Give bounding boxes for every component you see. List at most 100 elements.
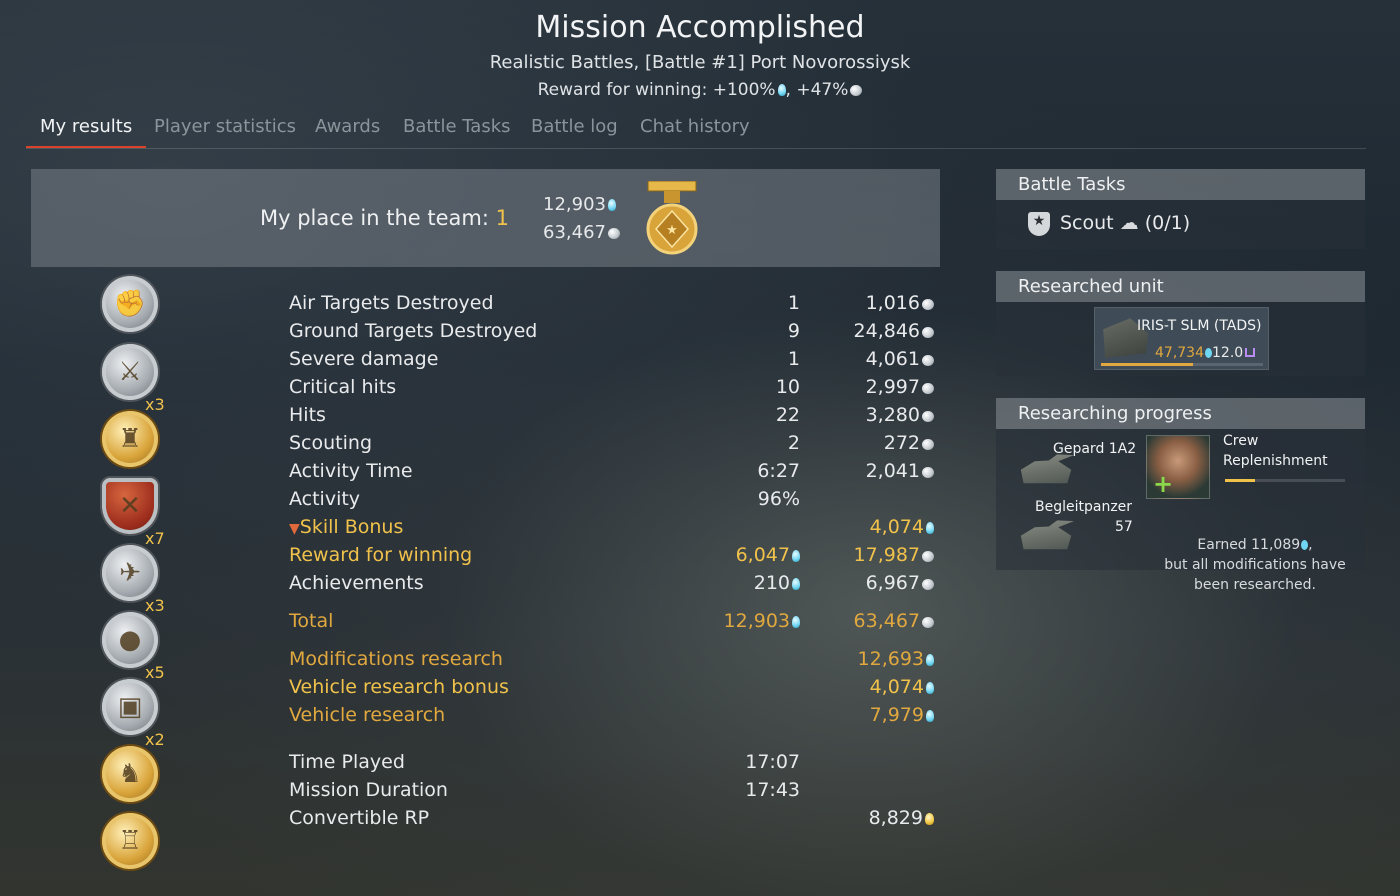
earned-note: Earned 11,089, but all modifications hav… bbox=[1146, 535, 1364, 595]
researched-unit-title: Researched unit bbox=[1018, 276, 1164, 297]
result-value-primary: 1 bbox=[788, 348, 800, 370]
researched-unit-card[interactable]: IRIS-T SLM (TADS) 47,734 12.0 bbox=[1094, 307, 1269, 370]
result-label: Activity Time bbox=[289, 460, 413, 482]
tab-player-statistics[interactable]: Player statistics bbox=[154, 116, 296, 146]
note-line1: but all modifications have bbox=[1164, 557, 1346, 573]
value-text: 2,041 bbox=[865, 460, 920, 482]
result-value-primary: 6,047 bbox=[736, 544, 800, 566]
soldier-medal-icon[interactable]: ♜ bbox=[102, 411, 158, 467]
result-value-secondary: 12,693 bbox=[858, 648, 934, 670]
result-value-primary: 10 bbox=[776, 376, 800, 398]
result-value-primary: 17:43 bbox=[745, 779, 800, 801]
researching-progress-title: Researching progress bbox=[1018, 403, 1212, 424]
result-value-primary: 12,903 bbox=[724, 610, 800, 632]
reward-line: Reward for winning: +100% , +47% bbox=[0, 80, 1400, 100]
value-text: 4,061 bbox=[865, 348, 920, 370]
tab-awards[interactable]: Awards bbox=[315, 116, 380, 146]
value-text: 1,016 bbox=[865, 292, 920, 314]
result-label: Activity bbox=[289, 488, 360, 510]
award-glyph: ✊ bbox=[113, 289, 147, 319]
reward-prefix: Reward for winning: +100% bbox=[537, 80, 776, 100]
tab-chat-history[interactable]: Chat history bbox=[640, 116, 750, 146]
result-value-secondary: 2,997 bbox=[866, 376, 934, 398]
fist-medal-icon[interactable]: ✊ bbox=[102, 276, 158, 332]
unit-rp: 47,734 bbox=[1155, 345, 1212, 361]
research-points-icon bbox=[792, 550, 800, 562]
tab-my-results[interactable]: My results bbox=[26, 116, 147, 148]
result-value-primary: 1 bbox=[788, 292, 800, 314]
value-text: 210 bbox=[753, 572, 790, 594]
result-label-text: Skill Bonus bbox=[299, 516, 404, 538]
reward-sep: , +47% bbox=[785, 80, 849, 100]
result-value-primary: 210 bbox=[754, 572, 800, 594]
tab-battle-log[interactable]: Battle log bbox=[531, 116, 618, 146]
crew-portrait[interactable]: + bbox=[1146, 435, 1210, 499]
cloud-icon: ☁ bbox=[1119, 212, 1139, 234]
result-label: Ground Targets Destroyed bbox=[289, 320, 537, 342]
result-value-primary: 96% bbox=[758, 488, 800, 510]
result-label: Scouting bbox=[289, 432, 372, 454]
note-line2: been researched. bbox=[1194, 577, 1316, 593]
research-label: Vehicle research bonus bbox=[289, 676, 509, 698]
research-points-icon bbox=[926, 522, 934, 534]
silver-lions-icon bbox=[922, 355, 934, 366]
team-place-value: 1 bbox=[495, 206, 509, 230]
value-text: 1 bbox=[787, 348, 800, 370]
earned-suffix: , bbox=[1308, 537, 1313, 553]
value-text: 17,987 bbox=[853, 544, 920, 566]
task-scout[interactable]: Scout ☁ (0/1) bbox=[1060, 212, 1190, 234]
result-value-primary: 22 bbox=[776, 404, 800, 426]
total-label: Total bbox=[289, 610, 334, 632]
silver-lions-icon bbox=[607, 228, 620, 239]
value-text: 22 bbox=[775, 404, 800, 426]
vehicle-begleitpanzer-value: 57 bbox=[1115, 519, 1133, 535]
battle-rating-icon bbox=[1245, 348, 1256, 357]
value-text: 6,967 bbox=[865, 572, 920, 594]
tab-battle-tasks[interactable]: Battle Tasks bbox=[403, 116, 511, 146]
eagle-medal-icon[interactable]: ✈ bbox=[102, 545, 158, 601]
unit-br-value: 12.0 bbox=[1212, 345, 1244, 361]
research-points-icon bbox=[792, 578, 800, 590]
result-label-text: Scouting bbox=[289, 432, 373, 454]
vehicle-begleitpanzer: Begleitpanzer bbox=[1035, 499, 1133, 515]
research-points-icon bbox=[607, 199, 616, 211]
value-text: 6,047 bbox=[735, 544, 790, 566]
value-text: 63,467 bbox=[853, 610, 920, 632]
result-value-primary: 17:07 bbox=[745, 751, 800, 773]
team-place-label: My place in the team: 1 bbox=[260, 206, 509, 230]
silver-lions-icon bbox=[922, 411, 934, 422]
research-label: Vehicle research bbox=[289, 704, 446, 726]
tab-bar: My results Player statistics Awards Batt… bbox=[26, 110, 1366, 149]
research-points-icon bbox=[926, 682, 934, 694]
value-text: 8,829 bbox=[868, 807, 923, 829]
tank-medal-icon[interactable]: ▣ bbox=[102, 679, 158, 735]
result-label-text: Hits bbox=[289, 404, 326, 426]
first-place-medal-icon: ★ bbox=[646, 181, 698, 255]
task-progress: (0/1) bbox=[1144, 212, 1191, 234]
skill-bonus-icon: ▼ bbox=[289, 521, 300, 537]
value-text: 4,074 bbox=[869, 516, 924, 538]
earned-line: Earned 11,089, bbox=[1146, 535, 1364, 555]
value-text: 4,074 bbox=[869, 676, 924, 698]
bomb-wreath-medal-icon[interactable]: ● bbox=[102, 612, 158, 668]
begleitpanzer-tank-icon[interactable] bbox=[1020, 520, 1074, 550]
silver-lions-icon bbox=[922, 617, 934, 628]
value-text: 2 bbox=[787, 432, 800, 454]
result-value-primary: 9 bbox=[788, 320, 800, 342]
battle-subtitle: Realistic Battles, [Battle #1] Port Novo… bbox=[489, 52, 911, 73]
silver-lions-icon bbox=[922, 383, 934, 394]
result-label: Critical hits bbox=[289, 376, 396, 398]
svg-text:★: ★ bbox=[666, 223, 678, 238]
result-value-secondary: 272 bbox=[884, 432, 934, 454]
research-points-icon bbox=[792, 616, 800, 628]
plus-icon: + bbox=[1153, 470, 1174, 498]
vehicle-gepard: Gepard 1A2 bbox=[1053, 441, 1137, 457]
result-value-secondary: 1,016 bbox=[866, 292, 934, 314]
result-label-text: Critical hits bbox=[289, 376, 397, 398]
crossed-swords-medal-icon[interactable]: ⚔ bbox=[102, 344, 158, 400]
crossed-shields-medal-icon[interactable]: ✕ bbox=[102, 478, 158, 534]
earned-text: Earned 11,089 bbox=[1197, 537, 1301, 553]
fortress-medal-icon[interactable]: ♖ bbox=[102, 813, 158, 869]
award-glyph: ✈ bbox=[119, 558, 141, 588]
lion-medal-icon[interactable]: ♞ bbox=[102, 746, 158, 802]
